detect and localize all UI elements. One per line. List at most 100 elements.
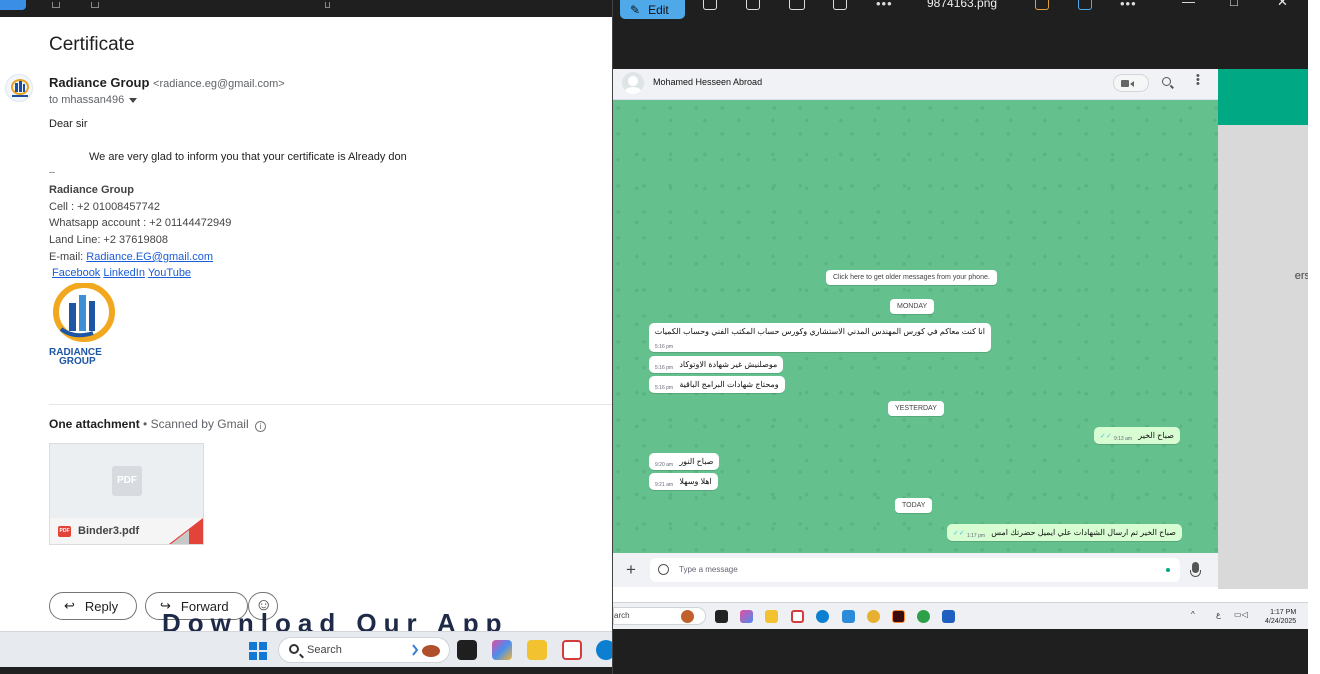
message-text: صباح النور xyxy=(679,457,714,466)
rotate-icon[interactable] xyxy=(703,0,717,10)
more-icon[interactable]: ••• xyxy=(876,0,893,11)
attach-plus-icon[interactable]: + xyxy=(626,560,636,580)
illustrator-icon xyxy=(892,610,905,623)
chat-area: Click here to get older messages from yo… xyxy=(613,100,1218,553)
message-bubble[interactable]: ومحتاج شهادات البرامج الباقية 5:16 pm xyxy=(649,376,785,393)
sender-email: <radiance.eg@gmail.com> xyxy=(153,78,285,90)
emoji-icon[interactable] xyxy=(658,564,669,575)
message-time: 9:20 am xyxy=(655,462,674,468)
recipient-text: to mhassan496 xyxy=(49,94,125,106)
microphone-icon[interactable] xyxy=(1190,562,1201,577)
designer-icon[interactable] xyxy=(1078,0,1092,10)
toolbar-icon[interactable] xyxy=(325,2,330,8)
taskbar-search[interactable]: Search xyxy=(278,637,450,663)
message-input[interactable]: Type a message xyxy=(650,558,1180,582)
divider xyxy=(49,404,612,405)
clipped-text: ers xyxy=(1294,270,1308,282)
task-view-icon[interactable] xyxy=(457,640,477,660)
signature-cell: Cell : +2 01008457742 xyxy=(49,201,161,213)
message-time: 5:16 pm xyxy=(655,344,674,350)
signature-whatsapp: Whatsapp account : +2 01144472949 xyxy=(49,217,232,229)
social-links: Facebook LinkedIn YouTube xyxy=(52,267,191,279)
chevron-down-icon[interactable] xyxy=(129,97,138,103)
attachment-card[interactable]: PDF PDF Binder3.pdf xyxy=(49,443,204,545)
read-ticks-icon: ✓✓ xyxy=(1100,433,1112,440)
print-icon[interactable] xyxy=(789,0,805,10)
email-link[interactable]: Radiance.EG@gmail.com xyxy=(86,251,213,263)
chevron-up-icon: ^ xyxy=(1191,610,1195,619)
attachment-header: One attachment • Scanned by Gmail i xyxy=(49,417,266,432)
pdf-badge-icon: PDF xyxy=(58,526,71,537)
message-text: موصلنيش غير شهادة الاوتوكاد xyxy=(679,360,778,369)
close-icon[interactable]: ✕ xyxy=(1277,0,1288,10)
more-icon[interactable]: ••• xyxy=(1120,0,1137,11)
search-icon[interactable] xyxy=(1162,77,1171,86)
youtube-link[interactable]: YouTube xyxy=(148,267,191,279)
edge-icon[interactable] xyxy=(596,640,612,660)
task-view-icon xyxy=(715,610,728,623)
windows-start-icon[interactable] xyxy=(249,642,267,660)
snipping-tool-icon[interactable] xyxy=(562,640,582,660)
older-messages-link[interactable]: Click here to get older messages from yo… xyxy=(826,270,997,285)
attachment-preview: PDF xyxy=(50,444,203,518)
video-call-icon[interactable] xyxy=(1113,74,1149,92)
delete-icon[interactable] xyxy=(746,0,760,10)
message-bubble[interactable]: انا كنت معاكم في كورس المهندس المدني الا… xyxy=(649,323,991,352)
copilot-icon xyxy=(740,610,753,623)
chrome-icon xyxy=(867,610,880,623)
share-icon[interactable] xyxy=(833,0,847,10)
app-chip[interactable] xyxy=(0,0,26,10)
maximize-icon[interactable]: □ xyxy=(1230,0,1238,9)
notepad-icon xyxy=(842,610,855,623)
file-explorer-icon[interactable] xyxy=(527,640,547,660)
copilot-icon[interactable] xyxy=(1035,0,1049,10)
email-label: E-mail: xyxy=(49,251,87,263)
search-highlight-icon xyxy=(681,610,694,623)
message-bubble[interactable]: صباح النور 9:20 am xyxy=(649,453,720,470)
message-time: 5:16 pm xyxy=(655,365,674,371)
system-clock: 1:17 PM 4/24/2025 xyxy=(1265,608,1296,626)
info-icon[interactable]: i xyxy=(254,421,266,432)
message-time: 1:17 pm xyxy=(966,533,986,539)
scanned-label: • Scanned by Gmail xyxy=(143,417,249,431)
contact-name[interactable]: Mohamed Hesseen Abroad xyxy=(653,77,762,87)
message-bubble[interactable]: اهلا وسهلا 9:21 am xyxy=(649,473,718,490)
edge-icon xyxy=(816,610,829,623)
sender-line: Radiance Group <radiance.eg@gmail.com> xyxy=(49,75,285,90)
toolbar-icon[interactable] xyxy=(52,2,60,8)
sender-name[interactable]: Radiance Group xyxy=(49,75,149,90)
search-highlight-icon xyxy=(412,644,440,657)
taskbar-search-label: Search xyxy=(307,644,342,656)
message-bubble[interactable]: موصلنيش غير شهادة الاوتوكاد 5:16 pm xyxy=(649,356,784,373)
network-icon: ▭◁ xyxy=(1234,610,1248,619)
gmail-top-bar xyxy=(0,0,612,17)
chrome-icon xyxy=(917,610,930,623)
copilot-icon[interactable] xyxy=(492,640,512,660)
facebook-link[interactable]: Facebook xyxy=(52,267,100,279)
logo-text: GROUP xyxy=(59,356,96,365)
message-time: 5:16 pm xyxy=(655,385,674,391)
windows-taskbar: Search xyxy=(0,631,612,667)
contact-avatar[interactable] xyxy=(622,72,644,94)
word-icon xyxy=(942,610,955,623)
sender-avatar[interactable] xyxy=(5,74,33,102)
status-dot-icon xyxy=(1166,568,1170,572)
message-time: 9:21 am xyxy=(655,482,674,488)
screenshot-taskbar: arch ^ ع ▭◁ 1:17 PM 4/24/2025 xyxy=(613,602,1308,629)
message-text: صباح الخير تم ارسال الشهادات علي ايميل ح… xyxy=(991,528,1176,537)
toolbar-icon[interactable] xyxy=(91,2,99,8)
edit-label: Edit xyxy=(648,2,669,17)
recipient-line[interactable]: to mhassan496 xyxy=(49,94,138,106)
read-ticks-icon: ✓✓ xyxy=(953,530,965,537)
linkedin-link[interactable]: LinkedIn xyxy=(103,267,145,279)
edit-button[interactable]: ✎ Edit xyxy=(620,0,685,19)
signature-email-row: E-mail: Radiance.EG@gmail.com xyxy=(49,251,213,263)
bottom-edge xyxy=(0,667,612,674)
pencil-icon: ✎ xyxy=(630,2,641,17)
page-fold-icon xyxy=(171,530,189,544)
message-bubble-outgoing[interactable]: صباح الخير 9:13 am ✓✓ xyxy=(1094,427,1180,444)
minimize-icon[interactable]: — xyxy=(1182,0,1195,9)
reply-button[interactable]: ↩ Reply xyxy=(49,592,138,620)
message-bubble-outgoing[interactable]: صباح الخير تم ارسال الشهادات علي ايميل ح… xyxy=(947,524,1182,541)
menu-icon[interactable]: • • • xyxy=(1196,71,1200,90)
